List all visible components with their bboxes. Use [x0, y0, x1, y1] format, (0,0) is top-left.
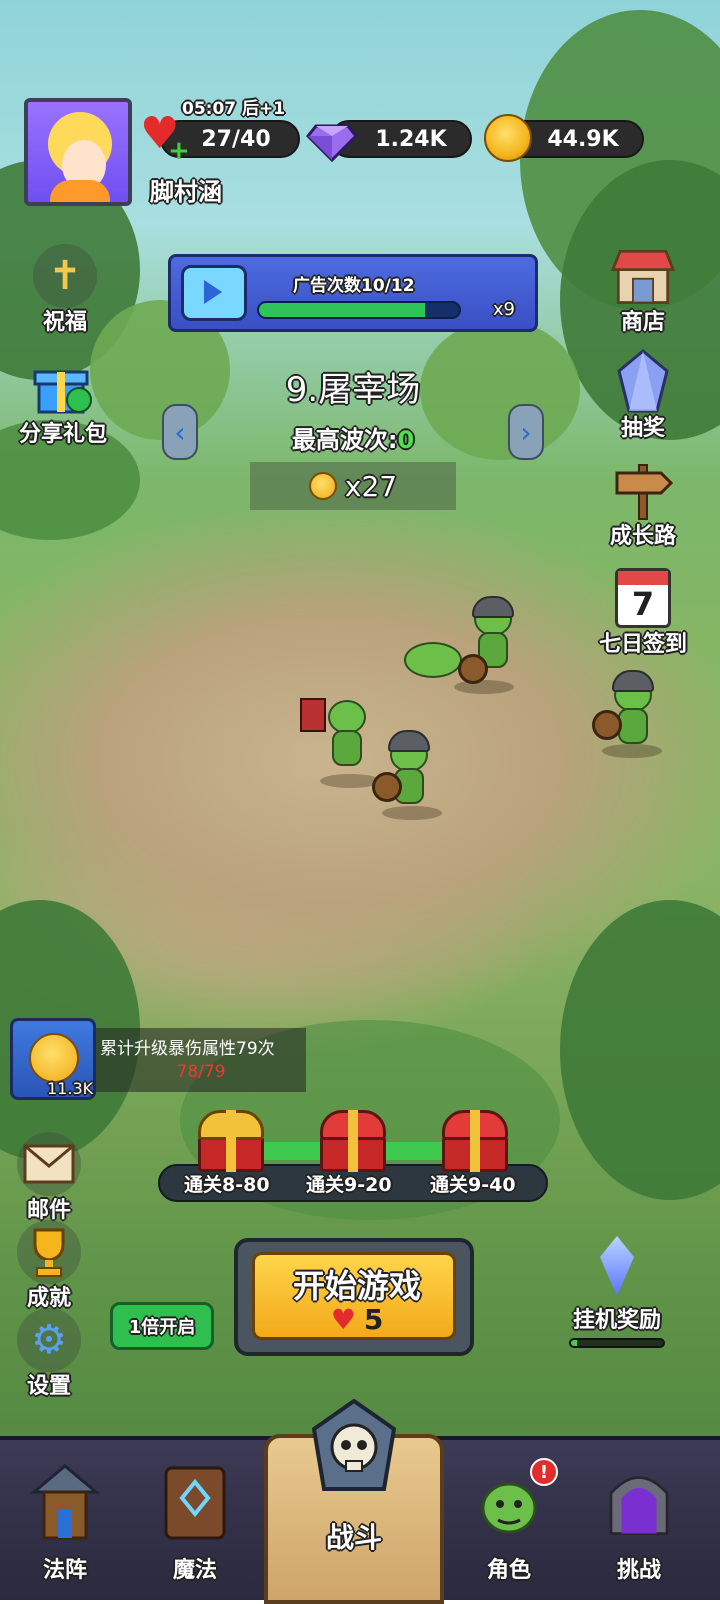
- idle-reward-progress: [569, 1338, 665, 1348]
- stage-title: 9.屠宰场: [285, 370, 421, 410]
- achievement-progress: 78/79: [176, 1062, 226, 1082]
- chest-label-2: 通关9-20: [306, 1174, 392, 1196]
- achievement-reward: 11.3K: [10, 1018, 96, 1100]
- stage-reward-value: x27: [344, 469, 398, 503]
- chevron-right-icon: ›: [520, 415, 532, 449]
- hearts-value: 27/40: [201, 126, 271, 152]
- seven-day-signin-button[interactable]: 7 七日签到: [588, 566, 698, 658]
- crystal-icon: [600, 1236, 634, 1296]
- diamond-icon: [306, 124, 358, 163]
- speed-toggle-button[interactable]: 1倍开启: [110, 1302, 214, 1350]
- growth-path-button[interactable]: 成长路: [588, 458, 698, 550]
- chest-reward-1[interactable]: [198, 1110, 264, 1172]
- coin-icon: [308, 472, 337, 500]
- shop-label: 商店: [620, 310, 665, 335]
- ad-progress-bar: [257, 301, 461, 319]
- chest-reward-3[interactable]: [442, 1110, 508, 1172]
- start-game-button[interactable]: 开始游戏 ♥ 5: [234, 1238, 474, 1356]
- start-cost-value: 5: [363, 1303, 384, 1336]
- nav-formation[interactable]: 法阵: [10, 1440, 120, 1604]
- nav-challenge[interactable]: 挑战: [584, 1440, 694, 1604]
- best-wave-label: 最高波次:: [291, 426, 398, 454]
- player-name: 脚村涵: [150, 178, 222, 206]
- shop-icon: [611, 244, 675, 308]
- heart-icon: ♥: [330, 1303, 356, 1336]
- goblin-enemy: [590, 668, 670, 758]
- chest-label-3: 通关9-40: [430, 1174, 516, 1196]
- nav-formation-label: 法阵: [42, 1558, 87, 1583]
- add-hearts-icon[interactable]: +: [168, 138, 190, 164]
- chest-label-1: 通关8-80: [184, 1174, 270, 1196]
- settings-label: 设置: [26, 1374, 71, 1399]
- achievements-button[interactable]: 成就: [0, 1220, 104, 1312]
- spellbook-icon: [160, 1462, 230, 1542]
- cross-icon: ✝: [33, 244, 97, 308]
- gold-value: 44.9K: [547, 126, 619, 152]
- idle-reward-label: 挂机奖励: [572, 1308, 661, 1333]
- blessing-label: 祝福: [42, 310, 87, 335]
- stage-reward: x27: [250, 462, 456, 510]
- calendar-icon: 7: [611, 566, 675, 630]
- goblin-enemy: [404, 596, 534, 696]
- goblin-enemy: [370, 728, 450, 820]
- nav-battle-label: 战斗: [325, 1521, 382, 1554]
- achievement-description: 累计升级暴伤属性79次: [100, 1039, 275, 1059]
- ad-count-label: 广告次数10/12: [293, 276, 415, 296]
- tv-play-icon: [181, 265, 247, 321]
- ad-multiplier: x9: [492, 299, 515, 320]
- nav-character-label: 角色: [486, 1558, 531, 1583]
- achievement-info: 累计升级暴伤属性79次 78/79: [96, 1028, 306, 1092]
- settings-button[interactable]: ⚙ 设置: [0, 1308, 104, 1400]
- gold-coin-icon: [484, 114, 532, 162]
- nav-challenge-label: 挑战: [616, 1558, 661, 1583]
- best-wave-value: 0: [397, 426, 415, 454]
- energy-timer: 05:07 后+1: [182, 99, 286, 119]
- battlefield-background: [0, 0, 720, 1600]
- nav-magic[interactable]: 魔法: [140, 1440, 250, 1604]
- blessing-button[interactable]: ✝ 祝福: [10, 244, 120, 336]
- start-game-label: 开始游戏: [292, 1267, 421, 1305]
- chevron-left-icon: ‹: [174, 415, 186, 449]
- mail-button[interactable]: 邮件: [0, 1132, 104, 1224]
- portal-icon: [604, 1462, 674, 1542]
- skull-swords-icon: [308, 1394, 400, 1504]
- mail-icon: [17, 1132, 81, 1196]
- tower-icon: [30, 1462, 100, 1542]
- nav-magic-label: 魔法: [172, 1558, 217, 1583]
- signpost-icon: [611, 458, 675, 522]
- coin-icon: [29, 1033, 79, 1083]
- shop-button[interactable]: 商店: [588, 244, 698, 336]
- prev-stage-button[interactable]: ‹: [162, 404, 198, 460]
- seven-day-signin-label: 七日签到: [598, 632, 687, 657]
- growth-path-label: 成长路: [609, 524, 676, 549]
- best-wave: 最高波次:0: [0, 420, 706, 455]
- chest-reward-2[interactable]: [320, 1110, 386, 1172]
- player-avatar[interactable]: [24, 98, 132, 206]
- idle-reward-button[interactable]: 挂机奖励: [562, 1236, 672, 1348]
- calendar-day: 7: [631, 585, 655, 623]
- ad-reward-banner[interactable]: 广告次数10/12 x9: [168, 254, 538, 332]
- next-stage-button[interactable]: ›: [508, 404, 544, 460]
- nav-battle[interactable]: 战斗: [264, 1388, 444, 1604]
- gear-icon: ⚙: [17, 1308, 81, 1372]
- achievement-task-card[interactable]: 11.3K 累计升级暴伤属性79次 78/79: [10, 1018, 306, 1100]
- start-game-cost: ♥ 5: [255, 1303, 459, 1336]
- gems-value: 1.24K: [375, 126, 447, 152]
- trophy-icon: [17, 1220, 81, 1284]
- notification-badge: !: [530, 1458, 558, 1486]
- achievement-reward-amount: 11.3K: [47, 1079, 94, 1098]
